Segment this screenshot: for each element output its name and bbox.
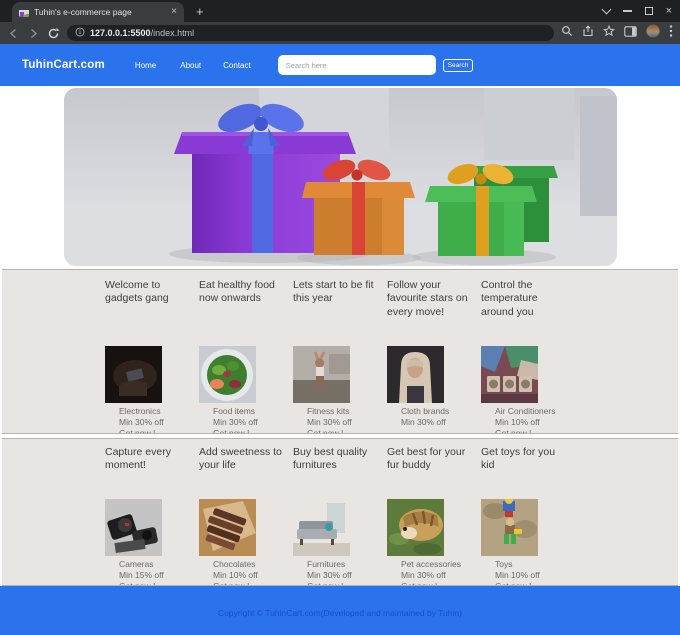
category-name: Cloth brands — [401, 406, 450, 416]
category-offer: Min 30% off — [401, 417, 446, 428]
category-name: Fitness kits — [307, 406, 350, 416]
category-heading: Follow your favourite stars on every mov… — [387, 279, 468, 318]
url-path: /index.html — [150, 28, 195, 38]
category-heading: Eat healthy food now onwards — [199, 279, 275, 305]
category-card[interactable]: Buy best quality furnitures Furnitures M… — [293, 439, 382, 585]
category-name: Air Conditioners — [495, 406, 556, 416]
category-offer: Min 30% off — [213, 417, 258, 428]
browser-tab[interactable]: Tuhin's e-commerce page × — [12, 2, 184, 22]
page-footer: Copyright © TuhinCart.com(Developed and … — [0, 586, 680, 635]
search-input[interactable] — [277, 55, 436, 75]
category-caption: Air Conditioners Min 10% off Get now ! — [495, 406, 570, 433]
back-icon[interactable] — [7, 27, 20, 40]
category-caption: Toys Min 10% off Get now ! — [495, 559, 570, 585]
hero-section — [0, 86, 680, 269]
maximize-icon[interactable] — [644, 7, 653, 15]
category-name: Chocolates — [213, 559, 256, 569]
category-card[interactable]: Get toys for you kid Toys Min 10% off Ge… — [481, 439, 570, 585]
cloth-brands-image[interactable] — [387, 346, 444, 403]
cameras-image[interactable] — [105, 499, 162, 556]
category-heading: Get toys for you kid — [481, 446, 556, 472]
bookmark-star-icon[interactable] — [602, 24, 616, 42]
favicon-icon — [19, 7, 29, 17]
menu-dots-icon[interactable] — [669, 24, 673, 43]
chocolates-image[interactable] — [199, 499, 256, 556]
url-host: 127.0.0.1:5500 — [90, 28, 151, 38]
site-info-icon[interactable] — [75, 24, 85, 42]
category-heading: Buy best quality furnitures — [293, 446, 368, 472]
category-card[interactable]: Eat healthy food now onwards Food items … — [199, 270, 288, 433]
category-caption: Food items Min 30% off Get now ! — [213, 406, 288, 433]
category-section-1: Welcome to gadgets gang Electronics Min … — [2, 269, 678, 434]
nav-link-home[interactable]: Home — [135, 61, 156, 70]
category-card[interactable]: Lets start to be fit this year Fitness k… — [293, 270, 382, 433]
category-card[interactable]: Welcome to gadgets gang Electronics Min … — [105, 270, 194, 433]
air-conditioners-image[interactable] — [481, 346, 538, 403]
category-caption: Fitness kits Min 30% off Get now ! — [307, 406, 382, 433]
category-name: Food items — [213, 406, 256, 416]
forward-icon[interactable] — [27, 27, 40, 40]
copyright-text: Copyright © TuhinCart.com(Developed and … — [218, 608, 462, 618]
category-offer: Min 10% off — [495, 570, 540, 581]
pet-accessories-image[interactable] — [387, 499, 444, 556]
tab-strip: Tuhin's e-commerce page × + × — [0, 0, 680, 22]
nav-link-contact[interactable]: Contact — [223, 61, 251, 70]
category-section-2: Capture every moment! Cameras Min 15% of… — [2, 438, 678, 586]
category-heading: Control the temperature around you — [481, 279, 538, 318]
reload-icon[interactable] — [47, 27, 60, 40]
chevron-down-icon[interactable] — [601, 4, 612, 15]
category-heading: Add sweetness to your life — [199, 446, 282, 472]
category-card[interactable]: Add sweetness to your life Chocolates Mi… — [199, 439, 288, 585]
site-navbar: TuhinCart.com Home About Contact Search — [0, 44, 680, 86]
category-offer: Min 30% off — [119, 417, 164, 428]
category-name: Furnitures — [307, 559, 346, 569]
tab-title: Tuhin's e-commerce page — [34, 7, 132, 17]
category-card[interactable]: Follow your favourite stars on every mov… — [387, 270, 476, 433]
nav-link-about[interactable]: About — [180, 61, 201, 70]
category-caption: Pet accessories Min 30% off Get now ! — [401, 559, 476, 585]
category-card[interactable]: Get best for your fur buddy Pet accessor… — [387, 439, 476, 585]
category-name: Toys — [495, 559, 513, 569]
food-items-image[interactable] — [199, 346, 256, 403]
category-name: Cameras — [119, 559, 154, 569]
category-caption: Cameras Min 15% off Get now ! — [119, 559, 194, 585]
category-heading: Capture every moment! — [105, 446, 171, 472]
category-heading: Get best for your fur buddy — [387, 446, 466, 472]
browser-window: Tuhin's e-commerce page × + × 127.0.0.1:… — [0, 0, 680, 635]
minimize-icon[interactable] — [622, 10, 632, 12]
url-text: 127.0.0.1:5500/index.html — [90, 28, 194, 38]
browser-toolbar: 127.0.0.1:5500/index.html — [0, 22, 680, 44]
category-caption: Furnitures Min 30% off Get now ! — [307, 559, 382, 585]
electronics-image[interactable] — [105, 346, 162, 403]
category-heading: Welcome to gadgets gang — [105, 279, 169, 305]
category-offer: Min 30% off — [307, 570, 352, 581]
avatar[interactable] — [646, 24, 660, 43]
side-panel-icon[interactable] — [624, 24, 637, 42]
category-card[interactable]: Control the temperature around you Air C… — [481, 270, 570, 433]
category-offer: Min 10% off — [495, 417, 540, 428]
furnitures-image[interactable] — [293, 499, 350, 556]
new-tab-icon[interactable]: + — [196, 4, 204, 22]
zoom-icon[interactable] — [561, 24, 573, 42]
category-caption: Cloth brands Min 30% off Get now ! — [401, 406, 476, 428]
category-offer: Min 30% off — [307, 417, 352, 428]
category-caption: Electronics Min 30% off Get now ! — [119, 406, 194, 433]
brand-logo[interactable]: TuhinCart.com — [22, 59, 105, 71]
category-name: Electronics — [119, 406, 161, 416]
url-bar[interactable]: 127.0.0.1:5500/index.html — [67, 25, 554, 41]
category-caption: Chocolates Min 10% off Get now ! — [213, 559, 288, 585]
category-name: Pet accessories — [401, 559, 461, 569]
gift-boxes-image — [63, 88, 617, 266]
category-offer: Min 15% off — [119, 570, 164, 581]
search-button[interactable]: Search — [442, 58, 474, 72]
tab-close-icon[interactable]: × — [171, 7, 177, 17]
toys-image[interactable] — [481, 499, 538, 556]
category-heading: Lets start to be fit this year — [293, 279, 374, 305]
category-offer: Min 30% off — [401, 570, 446, 581]
category-card[interactable]: Capture every moment! Cameras Min 15% of… — [105, 439, 194, 585]
category-offer: Min 10% off — [213, 570, 258, 581]
fitness-kits-image[interactable] — [293, 346, 350, 403]
close-icon[interactable]: × — [666, 5, 672, 17]
share-icon[interactable] — [582, 24, 594, 42]
